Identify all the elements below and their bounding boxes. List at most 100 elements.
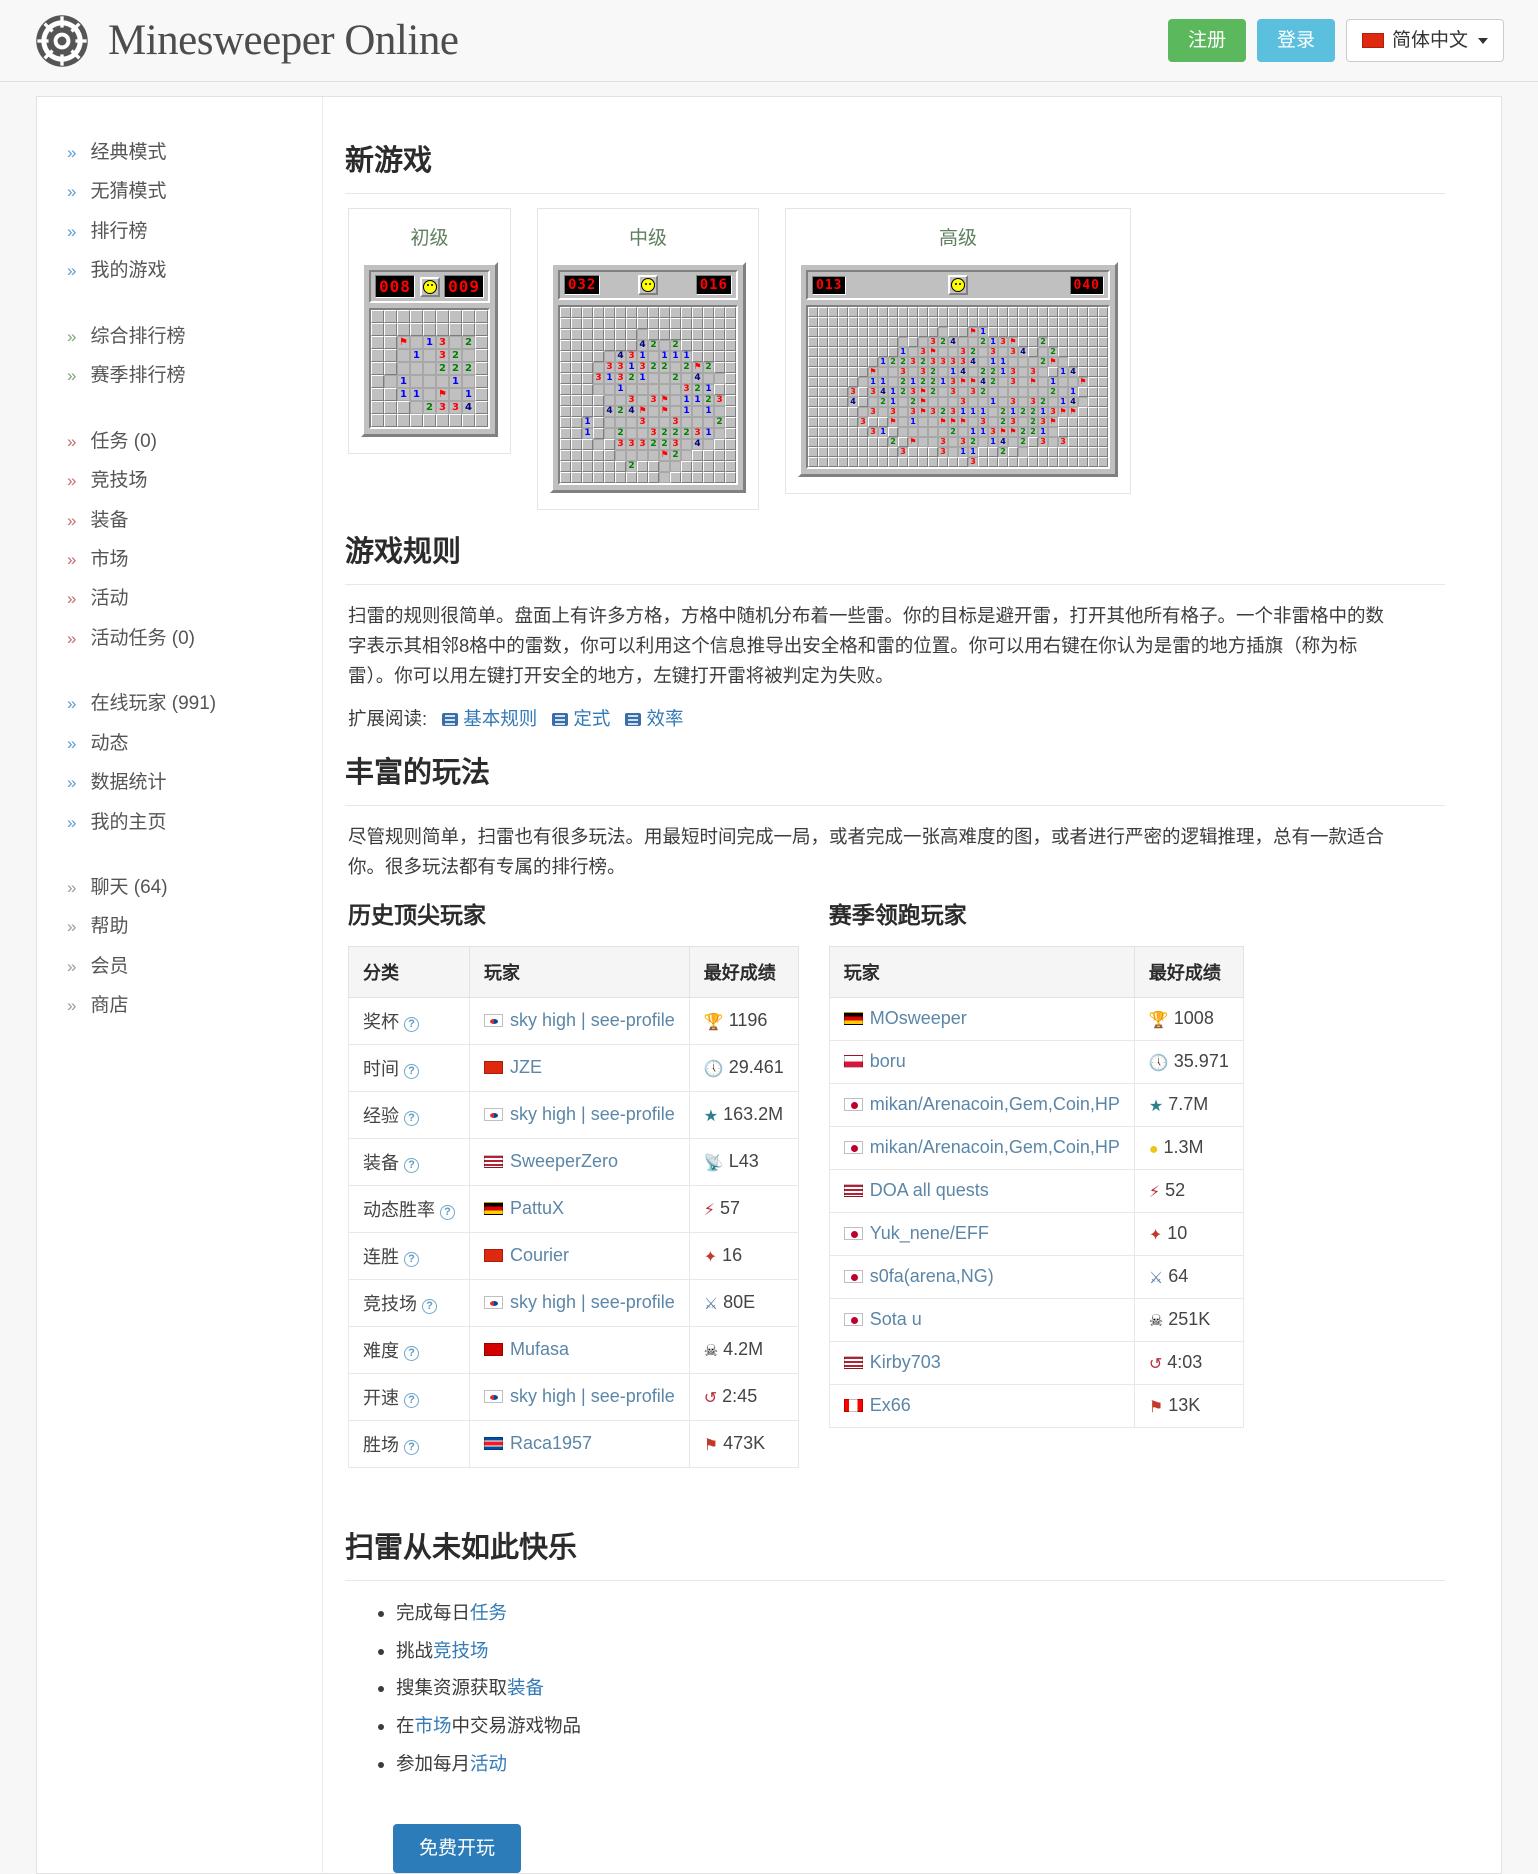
board-cell[interactable] (571, 461, 582, 472)
player-link[interactable]: Kirby703 (870, 1352, 941, 1372)
board-cell[interactable] (848, 417, 858, 427)
board-cell[interactable]: 2 (938, 407, 948, 417)
board-cell[interactable] (626, 428, 637, 439)
board-cell[interactable] (868, 417, 878, 427)
board-cell[interactable] (828, 457, 838, 467)
board-cell[interactable]: 1 (703, 428, 714, 439)
board-cell[interactable]: ⚑ (908, 437, 918, 447)
board-cell[interactable] (918, 457, 928, 467)
board-cell[interactable]: 3 (948, 377, 958, 387)
sidebar-item-3-g1[interactable]: » 排行榜 (67, 212, 322, 251)
board-cell[interactable] (410, 414, 423, 427)
board-cell[interactable] (898, 397, 908, 407)
board-cell[interactable] (423, 375, 436, 388)
player-link[interactable]: DOA all quests (870, 1180, 989, 1200)
board-cell[interactable]: 1 (1038, 427, 1048, 437)
board-cell[interactable]: 1 (888, 397, 898, 407)
board-cell[interactable] (475, 375, 488, 388)
board-cell[interactable]: 2 (670, 373, 681, 384)
board-cell[interactable]: 1 (988, 397, 998, 407)
board-cell[interactable] (998, 347, 1008, 357)
board-cell[interactable] (898, 327, 908, 337)
board-cell[interactable]: 2 (681, 362, 692, 373)
board-cell[interactable] (371, 401, 384, 414)
board-cell[interactable] (898, 407, 908, 417)
board-cell[interactable]: 2 (626, 461, 637, 472)
brand[interactable]: Minesweeper Online (34, 13, 459, 69)
board-cell[interactable] (397, 310, 410, 323)
board-cell[interactable] (703, 307, 714, 318)
board-cell[interactable] (725, 351, 736, 362)
board-cell[interactable] (1058, 317, 1068, 327)
board-cell[interactable]: 3 (604, 362, 615, 373)
board-cell[interactable] (714, 329, 725, 340)
board-cell[interactable] (604, 340, 615, 351)
board-cell[interactable] (1068, 437, 1078, 447)
board-cell[interactable]: ⚑ (659, 406, 670, 417)
board-cell[interactable]: 2 (462, 362, 475, 375)
board-cell[interactable]: 1 (988, 437, 998, 447)
board-cell[interactable] (848, 447, 858, 457)
board-cell[interactable]: 3 (1038, 437, 1048, 447)
board-cell[interactable] (571, 318, 582, 329)
board-cell[interactable] (637, 307, 648, 318)
board-cell[interactable] (626, 472, 637, 483)
board-cell[interactable]: 3 (868, 407, 878, 417)
board-cell[interactable] (604, 417, 615, 428)
board-cell[interactable] (615, 395, 626, 406)
sidebar-item-2-g4[interactable]: » 动态 (67, 724, 322, 763)
board-cell[interactable] (692, 472, 703, 483)
board-cell[interactable] (1028, 437, 1038, 447)
board-cell[interactable] (848, 367, 858, 377)
board-cell[interactable] (988, 317, 998, 327)
board-cell[interactable]: 4 (692, 439, 703, 450)
board-cell[interactable] (725, 417, 736, 428)
game-card-1[interactable]: 初级 008 009 ⚑ 1 3 2 1 3 2 2 2 2 1 1 1 1 ⚑ 1 2 3 3 4 (348, 208, 511, 454)
board-cell[interactable] (593, 395, 604, 406)
board-cell[interactable] (681, 373, 692, 384)
board-cell[interactable] (449, 414, 462, 427)
board-cell[interactable]: 1 (1038, 407, 1048, 417)
board-cell[interactable] (1078, 437, 1088, 447)
board-cell[interactable]: 3 (868, 427, 878, 437)
board-cell[interactable]: 2 (670, 340, 681, 351)
board-cell[interactable] (908, 307, 918, 317)
sidebar-item-2-g5[interactable]: » 帮助 (67, 907, 322, 946)
board-cell[interactable]: 1 (898, 347, 908, 357)
board-cell[interactable] (878, 367, 888, 377)
board-cell[interactable]: 3 (593, 373, 604, 384)
sidebar-item-2-g3[interactable]: » 竞技场 (67, 461, 322, 500)
board-cell[interactable] (681, 461, 692, 472)
board-cell[interactable]: 3 (948, 407, 958, 417)
board-cell[interactable]: 1 (988, 357, 998, 367)
board-cell[interactable]: 3 (449, 401, 462, 414)
board-cell[interactable] (828, 367, 838, 377)
board-cell[interactable]: ⚑ (692, 362, 703, 373)
board-cell[interactable]: 3 (938, 357, 948, 367)
board-cell[interactable] (604, 318, 615, 329)
board-cell[interactable] (848, 437, 858, 447)
board-cell[interactable] (858, 357, 868, 367)
board-cell[interactable] (1028, 307, 1038, 317)
board-cell[interactable]: 1 (1048, 377, 1058, 387)
board-cell[interactable]: ⚑ (968, 377, 978, 387)
board-cell[interactable]: 4 (462, 401, 475, 414)
board-cell[interactable] (560, 384, 571, 395)
board-cell[interactable] (615, 461, 626, 472)
board-cell[interactable] (1008, 387, 1018, 397)
board-cell[interactable] (858, 397, 868, 407)
board-cell[interactable] (604, 472, 615, 483)
board-cell[interactable] (1028, 327, 1038, 337)
board-cell[interactable]: 1 (637, 373, 648, 384)
board-cell[interactable] (898, 457, 908, 467)
board-cell[interactable] (384, 388, 397, 401)
player-link[interactable]: Courier (510, 1245, 569, 1265)
board-cell[interactable] (681, 318, 692, 329)
board-cell[interactable] (560, 472, 571, 483)
board-cell[interactable] (1078, 447, 1088, 457)
board-cell[interactable]: 2 (898, 377, 908, 387)
board-cell[interactable] (1078, 347, 1088, 357)
board-cell[interactable]: 1 (998, 367, 1008, 377)
board-cell[interactable]: ⚑ (1068, 407, 1078, 417)
board-cell[interactable] (1058, 387, 1068, 397)
